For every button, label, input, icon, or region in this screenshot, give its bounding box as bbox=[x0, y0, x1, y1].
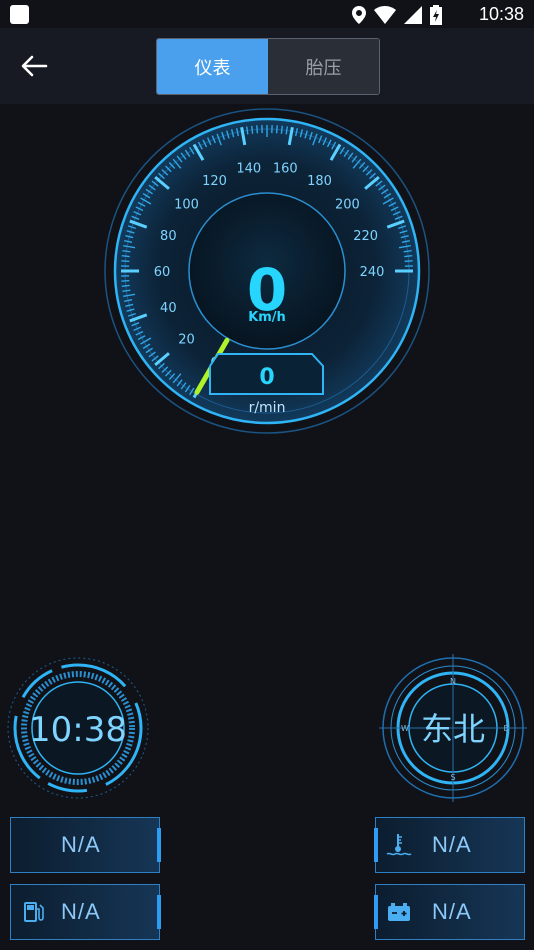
rpm-value: 0 bbox=[259, 365, 274, 390]
compass-widget: N E S W 东北 bbox=[379, 654, 527, 802]
tab-dashboard[interactable]: 仪表 bbox=[157, 39, 268, 94]
location-icon bbox=[352, 6, 366, 24]
status-bar: 10:38 bbox=[0, 0, 534, 28]
scale-label: 100 bbox=[174, 198, 199, 213]
scale-label: 140 bbox=[236, 162, 261, 177]
wifi-icon bbox=[374, 6, 396, 24]
notification-icon bbox=[10, 5, 29, 24]
info-panel-battery-value: N/A bbox=[432, 899, 472, 924]
status-time: 10:38 bbox=[478, 4, 524, 24]
signal-icon bbox=[404, 6, 422, 24]
tab-switcher: 仪表 胎压 bbox=[156, 38, 380, 95]
compass-south: S bbox=[450, 773, 455, 782]
info-panel-fuel-value: N/A bbox=[61, 899, 101, 924]
info-panel-1[interactable]: N/A bbox=[10, 817, 161, 873]
info-panel-coolant-value: N/A bbox=[432, 832, 472, 857]
minor-tick bbox=[121, 260, 130, 263]
scale-label: 220 bbox=[353, 229, 378, 244]
back-arrow-icon[interactable] bbox=[18, 50, 50, 82]
minor-tick bbox=[251, 125, 254, 134]
scale-label: 240 bbox=[360, 265, 385, 280]
rpm-unit: r/min bbox=[249, 400, 286, 416]
info-panel-coolant[interactable]: N/A bbox=[374, 817, 525, 873]
minor-tick bbox=[256, 125, 259, 134]
minor-tick bbox=[121, 279, 130, 282]
scale-label: 120 bbox=[202, 174, 227, 189]
battery-icon bbox=[388, 903, 410, 921]
scale-label: 20 bbox=[178, 332, 195, 347]
minor-tick bbox=[121, 255, 130, 258]
scale-label: 180 bbox=[307, 174, 332, 189]
battery-status-icon bbox=[430, 5, 442, 25]
app-bar: 仪表 胎压 bbox=[0, 28, 534, 104]
scale-label: 40 bbox=[160, 301, 177, 316]
panel-accent-bar bbox=[374, 895, 378, 929]
info-panel-fuel[interactable]: N/A bbox=[10, 884, 161, 940]
info-panel-1-value: N/A bbox=[61, 832, 101, 857]
panel-accent-bar bbox=[157, 895, 161, 929]
minor-tick bbox=[275, 125, 278, 134]
thermometer-icon bbox=[386, 834, 412, 856]
clock-widget: 10:38 bbox=[7, 657, 149, 799]
info-panel-battery[interactable]: N/A bbox=[374, 884, 525, 940]
scale-label: 60 bbox=[154, 265, 171, 280]
panel-accent-bar bbox=[374, 828, 378, 862]
minor-tick bbox=[121, 284, 130, 287]
scale-label: 160 bbox=[273, 162, 298, 177]
minor-tick bbox=[404, 260, 413, 263]
compass-west: W bbox=[401, 724, 409, 733]
fuel-icon bbox=[24, 902, 44, 922]
compass-heading: 东北 bbox=[421, 710, 485, 748]
minor-tick bbox=[280, 125, 283, 134]
clock-time: 10:38 bbox=[29, 710, 127, 750]
compass-north: N bbox=[450, 677, 456, 686]
tab-tire-pressure[interactable]: 胎压 bbox=[268, 39, 379, 94]
panel-accent-bar bbox=[157, 828, 161, 862]
minor-tick bbox=[404, 255, 413, 258]
scale-label: 80 bbox=[160, 229, 177, 244]
speedometer: 020406080100120140160180200220240 0 Km/h… bbox=[104, 108, 430, 434]
speed-unit: Km/h bbox=[248, 310, 286, 325]
compass-east: E bbox=[503, 724, 508, 733]
scale-label: 200 bbox=[335, 198, 360, 213]
